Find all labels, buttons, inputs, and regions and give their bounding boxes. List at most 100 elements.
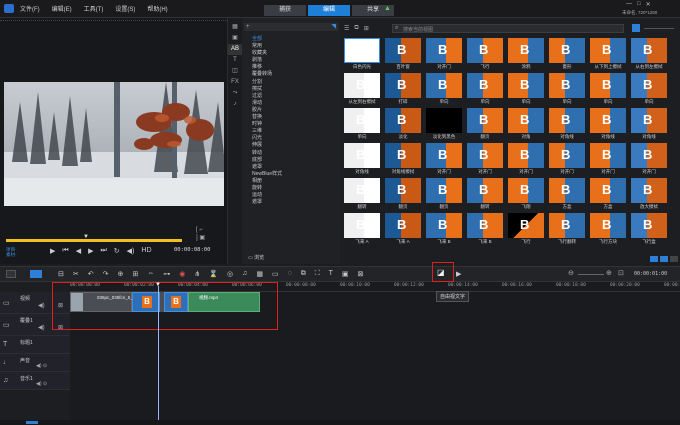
category-item[interactable]: 相册 xyxy=(250,178,336,185)
hd-icon[interactable]: HD xyxy=(141,247,151,255)
category-item[interactable]: 遮罩 xyxy=(250,164,336,171)
transition-thumbnail[interactable]: B xyxy=(344,73,380,98)
transition-thumbnail[interactable]: B xyxy=(385,108,421,133)
next-frame-icon[interactable]: ▶ xyxy=(88,247,93,255)
transition-thumbnail[interactable]: B xyxy=(631,213,667,238)
category-item[interactable]: 分割 xyxy=(250,79,336,86)
transition-thumbnail[interactable]: B xyxy=(631,108,667,133)
speech-icon[interactable]: ◌ xyxy=(288,270,292,278)
volume-icon[interactable]: ◀) xyxy=(127,247,135,255)
menu-edit[interactable]: 编辑(E) xyxy=(52,4,72,13)
transition-thumbnail[interactable]: B xyxy=(426,143,462,168)
mark-in-icon[interactable]: [ ⌐ xyxy=(196,226,205,234)
transition-thumbnail[interactable]: B xyxy=(467,143,503,168)
media-icon[interactable]: ▦ xyxy=(228,22,242,33)
transition-thumbnail[interactable]: B xyxy=(590,178,626,203)
trim-bar[interactable] xyxy=(6,239,182,242)
layers-icon[interactable]: ⧉ xyxy=(301,270,306,278)
transition-thumbnail[interactable]: B xyxy=(344,143,380,168)
volume-icon[interactable]: ◀) xyxy=(38,324,45,331)
menu-help[interactable]: 帮助(H) xyxy=(147,4,167,13)
transition-thumbnail[interactable]: B xyxy=(508,108,544,133)
menu-tools[interactable]: 工具(T) xyxy=(84,4,104,13)
category-item[interactable]: 闪光 xyxy=(250,135,336,142)
transition-icon[interactable]: AB xyxy=(228,44,242,55)
transition-thumbnail[interactable]: B xyxy=(549,38,585,63)
motion-track-icon[interactable]: ⊶ xyxy=(163,270,170,278)
transition-thumbnail[interactable]: B xyxy=(385,143,421,168)
skip-end-icon[interactable]: ⏭ xyxy=(100,247,106,255)
transition-thumbnail[interactable]: B xyxy=(508,143,544,168)
mark-out-icon[interactable]: ] ▣ xyxy=(196,234,205,242)
transition-thumbnail[interactable]: B xyxy=(590,38,626,63)
3d-icon[interactable]: ▣ xyxy=(342,270,349,278)
repeat-icon[interactable]: ↻ xyxy=(114,247,120,255)
volume-icon[interactable]: ◀) xyxy=(38,302,45,309)
maximize-icon[interactable]: □ xyxy=(637,1,641,8)
zoom-in-icon[interactable]: ⊕ xyxy=(606,269,612,277)
transition-thumbnail[interactable]: B xyxy=(590,143,626,168)
split-icon[interactable]: ⋔ xyxy=(194,270,200,278)
transition-thumbnail[interactable]: B xyxy=(344,108,380,133)
category-item[interactable]: NewBlue样式 xyxy=(250,171,336,178)
zoom-slider[interactable] xyxy=(578,274,604,275)
tab-capture[interactable]: 捕获 xyxy=(264,5,306,16)
play-icon[interactable]: ▶ xyxy=(50,247,55,255)
apply-all-icon[interactable]: ⧉ xyxy=(354,25,358,32)
grid-view-icon[interactable] xyxy=(632,24,640,32)
category-item[interactable]: 胶片 xyxy=(250,107,336,114)
tile-icon[interactable] xyxy=(650,256,658,262)
thumb-size-slider[interactable] xyxy=(644,28,674,29)
timeline-view-icon[interactable] xyxy=(30,270,42,278)
video-icon[interactable]: ▶ xyxy=(456,270,461,278)
scissors-icon[interactable]: ✂ xyxy=(73,270,79,278)
transition-thumbnail[interactable]: B xyxy=(385,178,421,203)
tile-icon[interactable] xyxy=(660,256,668,262)
transition-thumbnail[interactable]: B xyxy=(344,178,380,203)
transition-thumbnail[interactable] xyxy=(344,38,380,63)
time-remap-icon[interactable]: ⌛ xyxy=(209,270,218,278)
transition-thumbnail[interactable]: B xyxy=(467,178,503,203)
graphics-icon[interactable]: ◫ xyxy=(228,66,242,77)
category-item[interactable]: 滑动 xyxy=(250,100,336,107)
skip-start-icon[interactable]: ⏮ xyxy=(62,247,68,255)
browse-button[interactable]: ▭ 浏览 xyxy=(248,254,264,261)
transition-thumbnail[interactable]: B xyxy=(590,213,626,238)
multicam-icon[interactable]: ▦ xyxy=(256,270,263,278)
transition-thumbnail[interactable]: B xyxy=(467,108,503,133)
zoom-out-icon[interactable]: ⊖ xyxy=(568,269,574,277)
random-icon[interactable]: ⊞ xyxy=(364,25,369,32)
playhead-line[interactable] xyxy=(158,286,159,425)
transition-thumbnail[interactable]: B xyxy=(426,178,462,203)
playhead-icon[interactable]: ▼ xyxy=(155,282,161,288)
category-item[interactable]: 替换 xyxy=(250,114,336,121)
fit-icon[interactable]: ⛶ xyxy=(315,270,320,278)
redo-icon[interactable]: ↷ xyxy=(103,270,109,278)
record-icon[interactable]: ⊕ xyxy=(118,270,124,278)
category-item[interactable]: 伸展 xyxy=(250,142,336,149)
free-text-icon[interactable]: ◪ xyxy=(437,268,445,277)
prev-frame-icon[interactable]: ◀ xyxy=(76,247,81,255)
category-item[interactable]: 转动 xyxy=(250,150,336,157)
track-manager-icon[interactable]: ⊟ xyxy=(58,270,64,278)
sound-icon[interactable]: ♫ xyxy=(242,270,247,278)
tile-icon[interactable] xyxy=(670,256,678,262)
transition-thumbnail[interactable]: B xyxy=(467,38,503,63)
transition-thumbnail[interactable]: B xyxy=(631,73,667,98)
search-box[interactable]: ⌕ 搜索当前视图 xyxy=(392,24,624,33)
chevron-down-icon[interactable]: ◥ xyxy=(331,23,336,30)
storyboard-view-icon[interactable] xyxy=(6,270,16,278)
category-item[interactable]: 时钟 xyxy=(250,121,336,128)
category-item[interactable]: 覆叠转场 xyxy=(250,71,336,78)
auto-music-icon[interactable]: ⇔ xyxy=(147,270,154,278)
category-item[interactable]: 旋转 xyxy=(250,185,336,192)
crop-icon[interactable]: ⊠ xyxy=(358,270,364,278)
tab-edit[interactable]: 编辑 xyxy=(308,5,350,16)
transition-thumbnail[interactable]: B xyxy=(508,178,544,203)
category-item[interactable]: 遮罩 xyxy=(250,199,336,206)
mask-icon[interactable]: ◎ xyxy=(227,270,233,278)
transition-thumbnail[interactable]: B xyxy=(426,73,462,98)
menu-file[interactable]: 文件(F) xyxy=(20,4,40,13)
up-arrow-icon[interactable]: ▲ xyxy=(384,5,391,12)
filter-icon[interactable]: FX xyxy=(228,77,242,88)
